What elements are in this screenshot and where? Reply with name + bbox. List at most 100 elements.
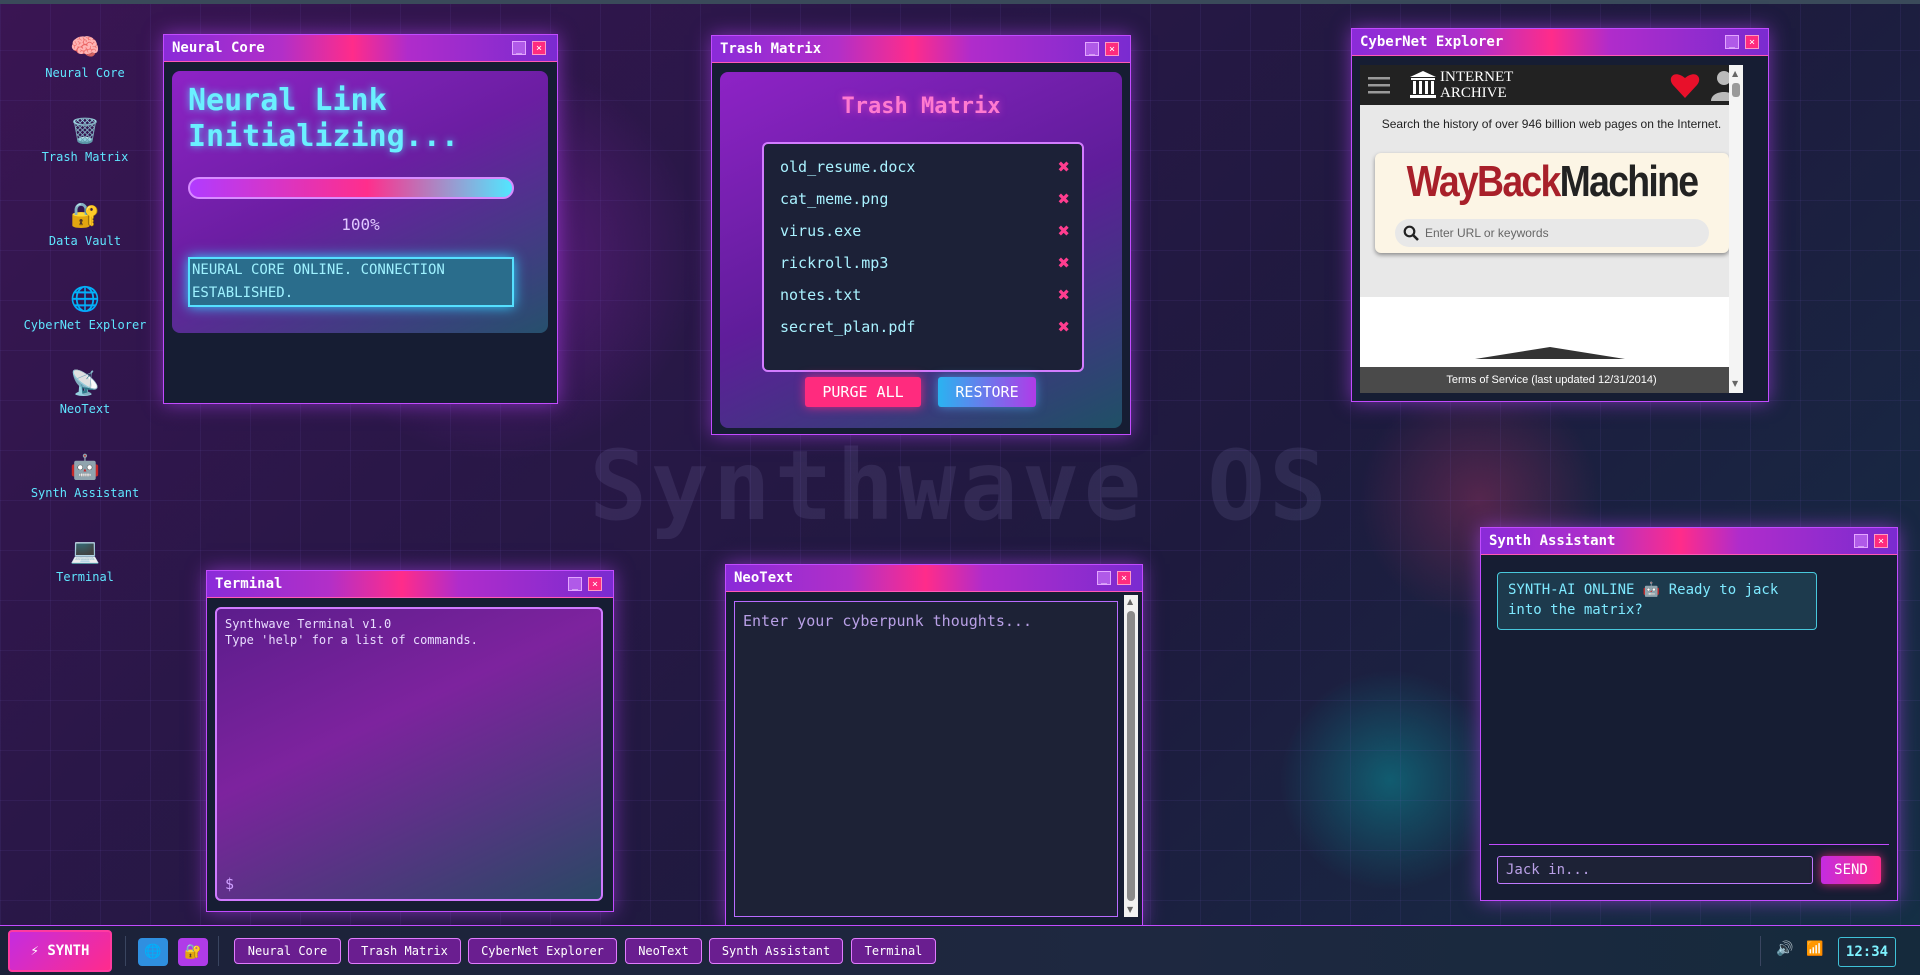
ia-footer-link[interactable]: Terms of Service (last updated 12/31/201… bbox=[1360, 367, 1743, 393]
trash-file-item[interactable]: old_resume.docx ✖ bbox=[780, 158, 1070, 182]
close-button[interactable]: × bbox=[1874, 534, 1888, 548]
desktop-icon-neotext[interactable]: 📡 NeoText bbox=[20, 368, 150, 416]
desktop-icon-label: Data Vault bbox=[48, 234, 122, 248]
volume-icon[interactable]: 🔊 bbox=[1776, 941, 1793, 957]
delete-icon[interactable]: ✖ bbox=[1057, 222, 1070, 240]
trash-file-item[interactable]: rickroll.mp3 ✖ bbox=[780, 254, 1070, 278]
scroll-up-icon[interactable]: ▲ bbox=[1732, 69, 1738, 78]
signal-icon[interactable]: 📶 bbox=[1806, 941, 1823, 957]
search-placeholder: Enter URL or keywords bbox=[1425, 226, 1549, 240]
wayback-logo[interactable]: WayBackMachine bbox=[1402, 157, 1703, 207]
search-icon bbox=[1403, 225, 1419, 241]
ia-header: INTERNET ARCHIVE bbox=[1360, 65, 1743, 105]
logo-part: WayBack bbox=[1406, 157, 1562, 206]
ia-tagline: Search the history of over 946 billion w… bbox=[1381, 117, 1722, 131]
task-neotext[interactable]: NeoText bbox=[625, 938, 702, 964]
close-button[interactable]: × bbox=[588, 577, 602, 591]
close-button[interactable]: × bbox=[1117, 571, 1131, 585]
chat-input-placeholder: Jack in... bbox=[1506, 862, 1591, 878]
close-button[interactable]: × bbox=[532, 41, 546, 55]
brain-icon: 🧠 bbox=[70, 33, 100, 61]
editor-scrollbar[interactable]: ▲ ▼ bbox=[1124, 595, 1138, 917]
desktop-icon-neural-core[interactable]: 🧠 Neural Core bbox=[20, 32, 150, 80]
os-watermark: Synthwave OS bbox=[589, 430, 1331, 542]
heart-donate-icon[interactable] bbox=[1670, 71, 1700, 99]
minimize-button[interactable]: _ bbox=[512, 41, 526, 55]
restore-button[interactable]: RESTORE bbox=[938, 377, 1036, 407]
delete-icon[interactable]: ✖ bbox=[1057, 190, 1070, 208]
scroll-thumb[interactable] bbox=[1127, 611, 1135, 901]
laptop-icon: 💻 bbox=[70, 537, 100, 565]
top-edge bbox=[0, 0, 1920, 4]
trash-file-item[interactable]: virus.exe ✖ bbox=[780, 222, 1070, 246]
terminal-screen[interactable]: Synthwave Terminal v1.0 Type 'help' for … bbox=[215, 607, 603, 901]
minimize-button[interactable]: _ bbox=[1854, 534, 1868, 548]
minimize-button[interactable]: _ bbox=[1097, 571, 1111, 585]
scroll-down-icon[interactable]: ▼ bbox=[1127, 905, 1133, 914]
taskbar-clock[interactable]: 12:34 bbox=[1838, 937, 1896, 967]
desktop-icon-label: Neural Core bbox=[45, 66, 125, 80]
scroll-up-icon[interactable]: ▲ bbox=[1127, 597, 1133, 606]
desktop-icon-label: Terminal bbox=[56, 570, 114, 584]
title-bar[interactable]: Neural Core _ × bbox=[164, 35, 557, 62]
minimize-button[interactable]: _ bbox=[1725, 35, 1739, 49]
task-synth-assistant[interactable]: Synth Assistant bbox=[709, 938, 843, 964]
start-button[interactable]: ⚡ SYNTH bbox=[8, 930, 112, 972]
desktop-icon-label: CyberNet Explorer bbox=[23, 318, 147, 332]
minimize-button[interactable]: _ bbox=[1085, 42, 1099, 56]
ia-search-section: Search the history of over 946 billion w… bbox=[1360, 105, 1743, 297]
desktop-icon-data-vault[interactable]: 🔐 Data Vault bbox=[20, 200, 150, 248]
neural-core-window: Neural Core _ × Neural Link Initializing… bbox=[163, 34, 558, 404]
desktop-icon-cybernet-explorer[interactable]: 🌐 CyberNet Explorer bbox=[20, 284, 150, 332]
desktop-icon-terminal[interactable]: 💻 Terminal bbox=[20, 536, 150, 584]
chat-input[interactable]: Jack in... bbox=[1497, 856, 1813, 884]
taskbar-divider bbox=[218, 936, 219, 966]
window-title: Terminal bbox=[215, 576, 283, 592]
file-name: old_resume.docx bbox=[780, 158, 916, 176]
trash-file-item[interactable]: secret_plan.pdf ✖ bbox=[780, 318, 1070, 342]
task-terminal[interactable]: Terminal bbox=[851, 938, 936, 964]
synth-assistant-window: Synth Assistant _ × SYNTH-AI ONLINE 🤖 Re… bbox=[1480, 527, 1898, 901]
title-bar[interactable]: Synth Assistant _ × bbox=[1481, 528, 1897, 555]
task-cybernet-explorer[interactable]: CyberNet Explorer bbox=[468, 938, 617, 964]
neotext-editor[interactable]: Enter your cyberpunk thoughts... bbox=[734, 601, 1118, 917]
url-search-input[interactable]: Enter URL or keywords bbox=[1395, 219, 1709, 247]
close-button[interactable]: × bbox=[1105, 42, 1119, 56]
progress-percent: 100% bbox=[341, 215, 380, 234]
delete-icon[interactable]: ✖ bbox=[1057, 254, 1070, 272]
delete-icon[interactable]: ✖ bbox=[1057, 318, 1070, 336]
lock-key-icon[interactable]: 🔐 bbox=[178, 938, 208, 966]
satellite-dish-icon: 📡 bbox=[70, 369, 100, 397]
close-button[interactable]: × bbox=[1745, 35, 1759, 49]
globe-icon[interactable]: 🌐 bbox=[138, 938, 168, 966]
title-bar[interactable]: NeoText _ × bbox=[726, 565, 1142, 592]
scroll-down-icon[interactable]: ▼ bbox=[1732, 379, 1738, 388]
ia-wordmark[interactable]: INTERNET ARCHIVE bbox=[1440, 69, 1513, 101]
send-button[interactable]: SEND bbox=[1821, 856, 1881, 884]
delete-icon[interactable]: ✖ bbox=[1057, 158, 1070, 176]
terminal-output-line: Type 'help' for a list of commands. bbox=[225, 633, 478, 647]
title-bar[interactable]: Trash Matrix _ × bbox=[712, 36, 1130, 63]
browser-scrollbar[interactable]: ▲ ▼ bbox=[1729, 65, 1743, 393]
desktop-icon-label: NeoText bbox=[59, 402, 111, 416]
minimize-button[interactable]: _ bbox=[568, 577, 582, 591]
task-neural-core[interactable]: Neural Core bbox=[234, 938, 341, 964]
purge-all-button[interactable]: PURGE ALL bbox=[805, 377, 921, 407]
hamburger-menu-icon[interactable] bbox=[1368, 75, 1390, 95]
delete-icon[interactable]: ✖ bbox=[1057, 286, 1070, 304]
desktop-icon-synth-assistant[interactable]: 🤖 Synth Assistant bbox=[20, 452, 150, 500]
title-bar[interactable]: CyberNet Explorer _ × bbox=[1352, 29, 1768, 56]
title-bar[interactable]: Terminal _ × bbox=[207, 571, 613, 598]
editor-placeholder: Enter your cyberpunk thoughts... bbox=[743, 612, 1032, 630]
task-trash-matrix[interactable]: Trash Matrix bbox=[348, 938, 461, 964]
file-name: virus.exe bbox=[780, 222, 862, 240]
trash-file-item[interactable]: notes.txt ✖ bbox=[780, 286, 1070, 310]
desktop-icon-label: Trash Matrix bbox=[41, 150, 129, 164]
file-name: notes.txt bbox=[780, 286, 862, 304]
cybernet-explorer-window: CyberNet Explorer _ × INTERNET ARCHIVE S… bbox=[1351, 28, 1769, 402]
taskbar: ⚡ SYNTH 🌐 🔐 Neural Core Trash Matrix Cyb… bbox=[0, 925, 1920, 975]
trash-file-item[interactable]: cat_meme.png ✖ bbox=[780, 190, 1070, 214]
desktop-icon-trash-matrix[interactable]: 🗑️ Trash Matrix bbox=[20, 116, 150, 164]
scroll-thumb[interactable] bbox=[1732, 83, 1740, 97]
window-title: NeoText bbox=[734, 570, 794, 586]
